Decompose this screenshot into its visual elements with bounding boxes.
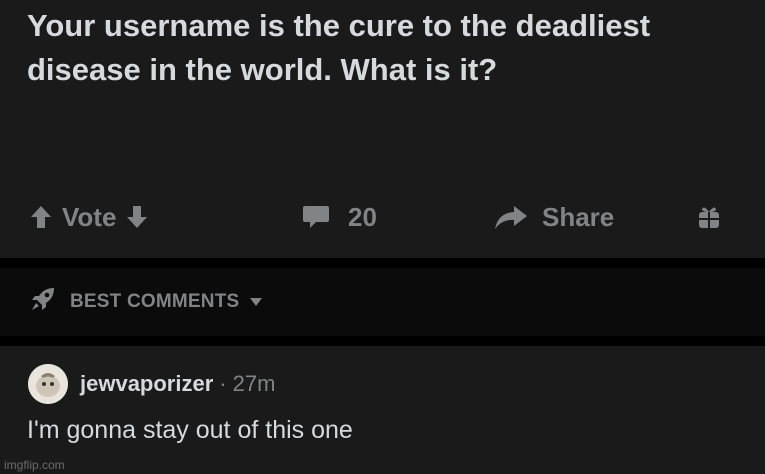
vote-controls: Vote: [30, 196, 148, 238]
post-action-bar: Vote 20 Share: [0, 196, 765, 238]
comment-sort-bar: BEST COMMENTS: [0, 268, 765, 336]
sort-dropdown[interactable]: BEST COMMENTS: [30, 286, 263, 318]
vote-label: Vote: [62, 201, 117, 232]
avatar[interactable]: [28, 364, 68, 404]
upvote-arrow-icon[interactable]: [30, 205, 52, 229]
comment-username[interactable]: jewvaporizer: [80, 371, 213, 397]
post-card: Your username is the cure to the deadlie…: [0, 0, 765, 258]
comment: jewvaporizer · 27m I'm gonna stay out of…: [0, 346, 765, 474]
separator-dot: ·: [219, 371, 227, 396]
speech-bubble-icon: [302, 204, 330, 230]
comment-header: jewvaporizer · 27m: [28, 364, 275, 404]
watermark: imgflip.com: [4, 458, 65, 472]
comment-body: I'm gonna stay out of this one: [27, 416, 353, 444]
gift-award-icon: [696, 204, 722, 230]
share-button[interactable]: Share: [494, 196, 614, 238]
rocket-icon: [30, 286, 56, 318]
post-title[interactable]: Your username is the cure to the deadlie…: [27, 4, 727, 92]
share-arrow-icon: [494, 204, 528, 230]
chevron-down-icon: [249, 291, 263, 313]
share-label: Share: [542, 201, 615, 232]
comment-timestamp: 27m: [232, 371, 276, 396]
downvote-arrow-icon[interactable]: [126, 205, 148, 229]
comment-count: 20: [348, 201, 377, 232]
award-button[interactable]: [696, 196, 722, 238]
comments-button[interactable]: 20: [302, 196, 377, 238]
sort-label: BEST COMMENTS: [70, 291, 240, 312]
